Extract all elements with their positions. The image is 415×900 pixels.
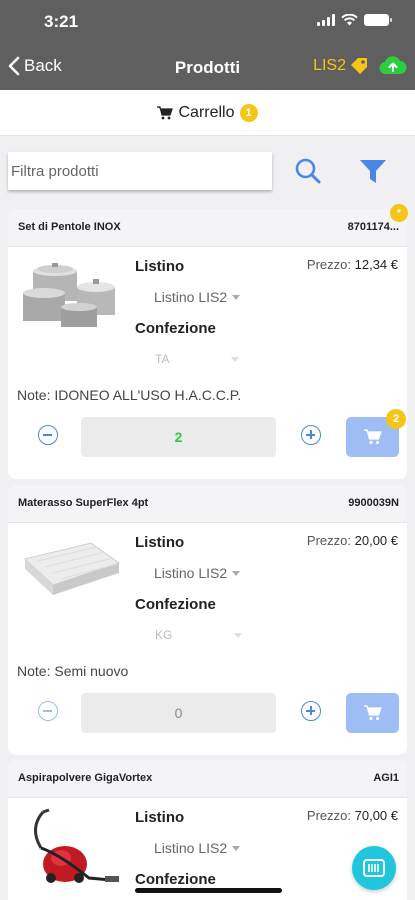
product-header: Materasso SuperFlex 4pt 9900039N	[8, 485, 407, 523]
back-button[interactable]: Back	[8, 56, 62, 76]
listino-label: LIS2	[313, 57, 346, 74]
increase-quantity-button[interactable]	[301, 701, 321, 721]
product-code: 9900039N	[348, 497, 399, 509]
listino-select-value: Listino LIS2	[154, 840, 228, 856]
back-label: Back	[24, 56, 62, 75]
signal-icon	[317, 14, 335, 26]
home-indicator	[135, 888, 282, 893]
confezione-label: Confezione	[135, 320, 216, 337]
cart-count-badge: 1	[239, 103, 258, 122]
product-note: Note: IDONEO ALL'USO H.A.C.C.P.	[17, 387, 242, 403]
vacuum-image	[19, 808, 123, 884]
confezione-label: Confezione	[135, 596, 216, 613]
barcode-icon	[363, 859, 385, 877]
product-price: Prezzo: 12,34 €	[307, 257, 398, 272]
battery-icon	[364, 14, 392, 26]
chevron-down-icon	[232, 570, 241, 576]
nav-bar: Back Prodotti LIS2	[0, 46, 415, 90]
product-card: Aspirapolvere GigaVortex AGI1 Listino Pr…	[8, 760, 407, 900]
confezione-select[interactable]: KG	[155, 628, 243, 642]
product-name: Set di Pentole INOX	[18, 221, 121, 233]
price-label: Prezzo:	[306, 808, 351, 823]
status-icons	[317, 14, 392, 26]
price-label: Prezzo:	[306, 533, 351, 548]
product-name: Materasso SuperFlex 4pt	[18, 497, 149, 509]
price-value: 20,00 €	[354, 533, 398, 548]
chevron-down-icon	[232, 294, 241, 300]
status-bar: 3:21	[0, 0, 415, 46]
filter-button[interactable]	[358, 156, 388, 191]
status-time: 3:21	[44, 12, 79, 31]
product-code: AGI1	[373, 772, 399, 784]
confezione-select-value: KG	[155, 628, 173, 642]
chevron-left-icon	[8, 56, 20, 76]
confezione-select[interactable]: TA	[155, 352, 240, 366]
upload-button[interactable]	[379, 54, 407, 83]
price-value: 70,00 €	[354, 808, 398, 823]
product-card: Set di Pentole INOX 8701174... * Listino…	[8, 204, 408, 479]
chevron-down-icon	[234, 632, 243, 638]
product-name: Aspirapolvere GigaVortex	[18, 772, 153, 784]
product-code-badge: *	[390, 204, 408, 222]
product-header: Set di Pentole INOX 8701174... *	[8, 204, 408, 247]
chevron-down-icon	[232, 845, 241, 851]
chevron-down-icon	[231, 356, 240, 362]
decrease-quantity-button[interactable]	[38, 425, 58, 445]
product-card: Materasso SuperFlex 4pt 9900039N Listino…	[8, 485, 407, 755]
price-label: Prezzo:	[306, 257, 351, 272]
wifi-icon	[341, 14, 358, 26]
search-input[interactable]	[8, 152, 272, 190]
cloud-upload-icon	[379, 56, 407, 75]
listino-select[interactable]: Listino LIS2	[154, 565, 241, 581]
product-code: 8701174...	[347, 221, 399, 233]
product-body: Listino Prezzo: 70,00 € Listino LIS2 Con…	[8, 798, 407, 900]
product-price: Prezzo: 70,00 €	[307, 808, 398, 823]
price-value: 12,34 €	[354, 257, 398, 272]
listino-label: Listino	[135, 809, 185, 826]
listino-label: Listino	[135, 258, 185, 275]
cart-quantity-badge: 2	[386, 409, 406, 429]
filter-icon	[360, 160, 386, 183]
mattress-image	[19, 533, 123, 609]
listino-select-value: Listino LIS2	[154, 565, 228, 581]
confezione-select-value: TA	[155, 352, 170, 366]
confezione-label: Confezione	[135, 871, 216, 888]
pots-image	[19, 257, 123, 333]
tag-icon	[351, 58, 367, 74]
search-row	[0, 136, 415, 208]
barcode-scan-button[interactable]	[352, 846, 396, 890]
cart-label: Carrello	[178, 103, 235, 121]
cart-icon	[363, 429, 382, 445]
quantity-field[interactable]: 0	[81, 693, 276, 733]
cart-icon	[363, 705, 382, 721]
search-button[interactable]	[293, 156, 323, 191]
add-to-cart-button[interactable]	[346, 693, 399, 733]
decrease-quantity-button[interactable]	[38, 701, 58, 721]
listino-select[interactable]: Listino LIS2	[154, 289, 241, 305]
cart-bar[interactable]: Carrello 1	[0, 90, 415, 136]
listino-select-value: Listino LIS2	[154, 289, 228, 305]
cart-icon	[157, 105, 174, 119]
increase-quantity-button[interactable]	[301, 425, 321, 445]
add-to-cart-button[interactable]: 2	[346, 409, 406, 457]
product-header: Aspirapolvere GigaVortex AGI1	[8, 760, 407, 798]
product-body: Listino Prezzo: 12,34 € Listino LIS2 Con…	[8, 247, 407, 479]
product-note: Note: Semi nuovo	[17, 663, 129, 679]
listino-selector[interactable]: LIS2	[313, 56, 369, 76]
listino-select[interactable]: Listino LIS2	[154, 840, 241, 856]
product-price: Prezzo: 20,00 €	[307, 533, 398, 548]
listino-label: Listino	[135, 534, 185, 551]
search-icon	[295, 158, 321, 184]
product-body: Listino Prezzo: 20,00 € Listino LIS2 Con…	[8, 523, 407, 755]
quantity-field[interactable]: 2	[81, 417, 276, 457]
